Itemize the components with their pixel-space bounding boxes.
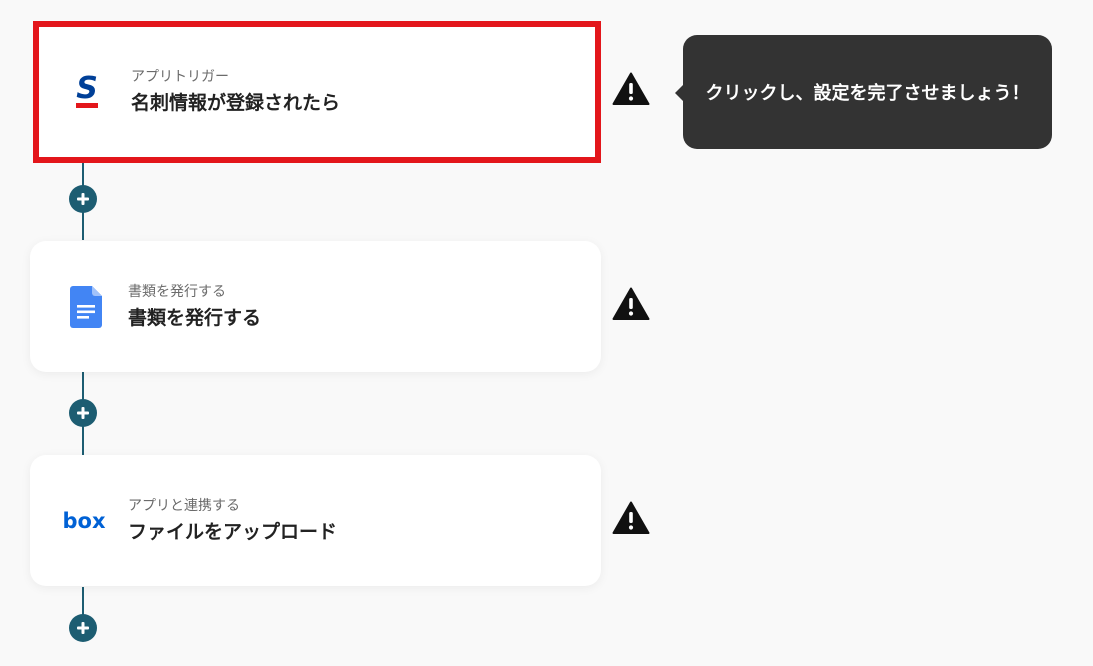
warning-icon[interactable] — [612, 287, 650, 321]
step-text: アプリトリガー 名刺情報が登録されたら — [131, 67, 340, 117]
flow-step-document-card[interactable]: 書類を発行する 書類を発行する — [30, 241, 601, 372]
plus-icon — [77, 193, 89, 205]
google-docs-icon — [64, 285, 108, 329]
box-icon: box — [60, 499, 108, 543]
step-title: ファイルをアップロード — [128, 520, 338, 543]
step-subtitle: 書類を発行する — [128, 283, 226, 300]
sansan-icon: S — [65, 70, 109, 114]
plus-icon — [77, 622, 89, 634]
step-subtitle: アプリトリガー — [131, 69, 229, 85]
tooltip-text: クリックし、設定を完了させましょう！ — [705, 83, 1030, 104]
plus-icon — [77, 407, 89, 419]
step-title: 名刺情報が登録されたら — [131, 92, 341, 114]
add-step-button[interactable] — [69, 614, 97, 642]
add-step-button[interactable] — [69, 399, 97, 427]
step-subtitle: アプリと連携する — [128, 497, 240, 514]
step-title: 書類を発行する — [128, 306, 262, 329]
flow-step-box-card[interactable]: box アプリと連携する ファイルをアップロード — [30, 455, 601, 586]
step-text: アプリと連携する ファイルをアップロード — [128, 496, 337, 546]
box-logo-text: box — [62, 509, 105, 533]
warning-icon[interactable] — [612, 501, 650, 535]
step-text: 書類を発行する 書類を発行する — [128, 282, 261, 332]
flow-step-trigger-card[interactable]: S アプリトリガー 名刺情報が登録されたら — [33, 21, 601, 163]
setup-tooltip: クリックし、設定を完了させましょう！ — [675, 35, 1052, 149]
warning-icon[interactable] — [612, 72, 650, 106]
add-step-button[interactable] — [69, 185, 97, 213]
svg-text:S: S — [76, 71, 98, 106]
workflow-canvas: S アプリトリガー 名刺情報が登録されたら 書類を発行する 書類を発行する bo… — [0, 0, 1093, 666]
